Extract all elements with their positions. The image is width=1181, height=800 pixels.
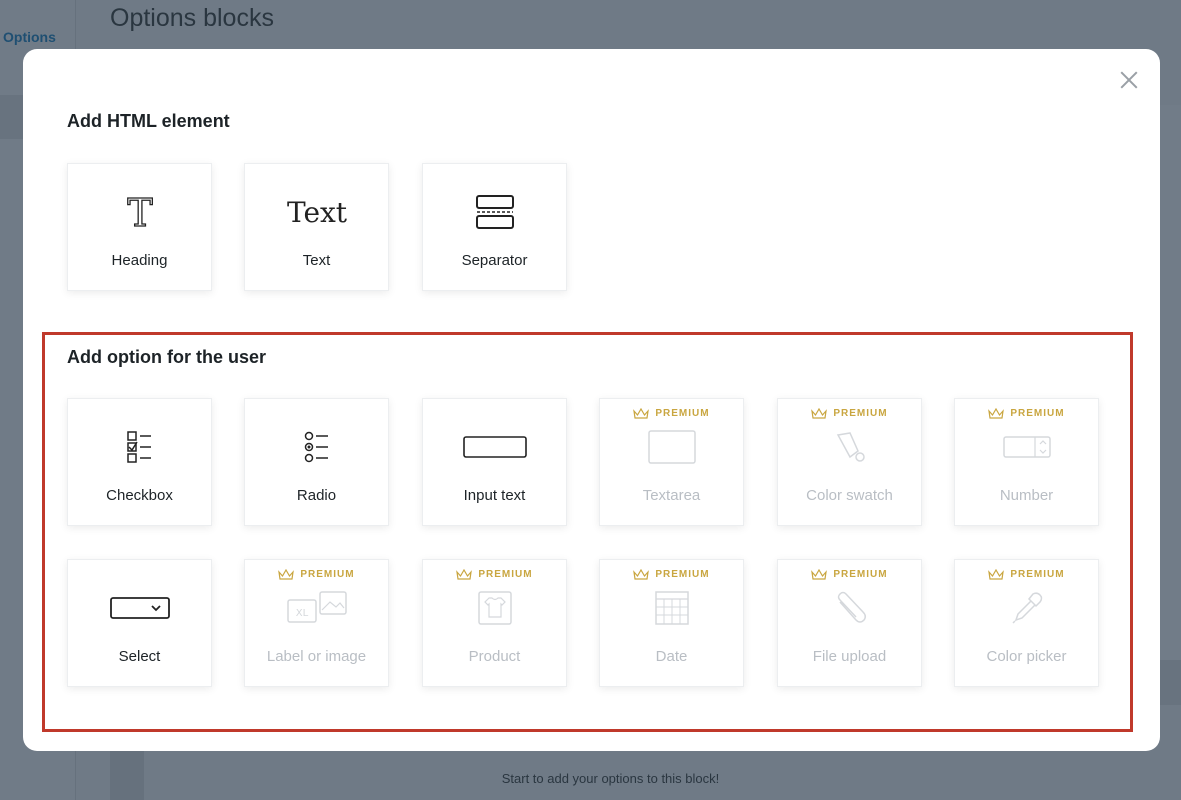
number-label: Number xyxy=(999,487,1054,504)
text-icon: Text xyxy=(245,192,388,232)
crown-icon xyxy=(278,569,295,580)
sidebar-link-options[interactable]: Options xyxy=(3,29,56,45)
color-picker-label: Color picker xyxy=(986,648,1067,665)
color-swatch-card[interactable]: PREMIUM Color swatch xyxy=(777,398,922,526)
product-card[interactable]: PREMIUM Product xyxy=(422,559,567,687)
text-card[interactable]: Text Text xyxy=(244,163,389,291)
premium-badge: PREMIUM xyxy=(955,408,1098,419)
select-label: Select xyxy=(118,648,161,665)
date-icon xyxy=(600,588,743,628)
separator-card[interactable]: Separator xyxy=(422,163,567,291)
eyedropper-icon xyxy=(955,588,1098,628)
crown-icon xyxy=(988,569,1005,580)
svg-text:XL: XL xyxy=(295,608,308,619)
premium-badge: PREMIUM xyxy=(245,569,388,580)
option-section-title: Add option for the user xyxy=(67,347,266,367)
radio-label: Radio xyxy=(296,487,337,504)
input-text-card[interactable]: Input text xyxy=(422,398,567,526)
date-card[interactable]: PREMIUM Date xyxy=(599,559,744,687)
separator-icon xyxy=(423,192,566,232)
heading-card[interactable]: T Heading xyxy=(67,163,212,291)
premium-text: PREMIUM xyxy=(1010,569,1065,580)
select-card[interactable]: Select xyxy=(67,559,212,687)
svg-text:Text: Text xyxy=(286,196,347,229)
file-upload-label: File upload xyxy=(812,648,887,665)
file-upload-card[interactable]: PREMIUM File upload xyxy=(777,559,922,687)
color-swatch-label: Color swatch xyxy=(806,487,893,504)
heading-label: Heading xyxy=(111,252,168,269)
premium-text: PREMIUM xyxy=(655,569,710,580)
premium-badge: PREMIUM xyxy=(778,408,921,419)
checkbox-card[interactable]: Checkbox xyxy=(67,398,212,526)
radio-icon xyxy=(245,427,388,467)
checkbox-label: Checkbox xyxy=(106,487,173,504)
label-image-icon: XL xyxy=(245,588,388,628)
product-icon xyxy=(423,588,566,628)
crown-icon xyxy=(633,408,650,419)
svg-text:T: T xyxy=(127,194,152,230)
heading-icon: T xyxy=(68,192,211,232)
crown-icon xyxy=(633,569,650,580)
text-label: Text xyxy=(302,252,331,269)
paperclip-icon xyxy=(778,588,921,628)
premium-text: PREMIUM xyxy=(833,408,888,419)
number-icon xyxy=(955,427,1098,467)
number-card[interactable]: PREMIUM Number xyxy=(954,398,1099,526)
crown-icon xyxy=(811,569,828,580)
close-icon[interactable] xyxy=(1118,69,1140,91)
premium-text: PREMIUM xyxy=(478,569,533,580)
premium-badge: PREMIUM xyxy=(423,569,566,580)
textarea-card[interactable]: PREMIUM Textarea xyxy=(599,398,744,526)
separator-label: Separator xyxy=(461,252,528,269)
premium-text: PREMIUM xyxy=(300,569,355,580)
select-icon xyxy=(68,588,211,628)
crown-icon xyxy=(988,408,1005,419)
premium-badge: PREMIUM xyxy=(600,569,743,580)
premium-badge: PREMIUM xyxy=(955,569,1098,580)
page-title: Options blocks xyxy=(110,4,274,32)
date-label: Date xyxy=(655,648,688,665)
premium-badge: PREMIUM xyxy=(778,569,921,580)
crown-icon xyxy=(456,569,473,580)
crown-icon xyxy=(811,408,828,419)
textarea-label: Textarea xyxy=(642,487,701,504)
premium-text: PREMIUM xyxy=(1010,408,1065,419)
empty-block-message: Start to add your options to this block! xyxy=(501,771,720,786)
checkbox-icon xyxy=(68,427,211,467)
input-text-label: Input text xyxy=(463,487,526,504)
radio-card[interactable]: Radio xyxy=(244,398,389,526)
input-text-icon xyxy=(423,427,566,467)
product-label: Product xyxy=(468,648,521,665)
color-swatch-icon xyxy=(778,427,921,467)
premium-text: PREMIUM xyxy=(833,569,888,580)
html-section-title: Add HTML element xyxy=(67,111,230,131)
label-image-card[interactable]: PREMIUM XL Label or image xyxy=(244,559,389,687)
premium-text: PREMIUM xyxy=(655,408,710,419)
textarea-icon xyxy=(600,427,743,467)
premium-badge: PREMIUM xyxy=(600,408,743,419)
add-block-modal: Add HTML element T Heading Text Text Sep… xyxy=(23,49,1160,751)
label-image-label: Label or image xyxy=(266,648,367,665)
color-picker-card[interactable]: PREMIUM Color picker xyxy=(954,559,1099,687)
